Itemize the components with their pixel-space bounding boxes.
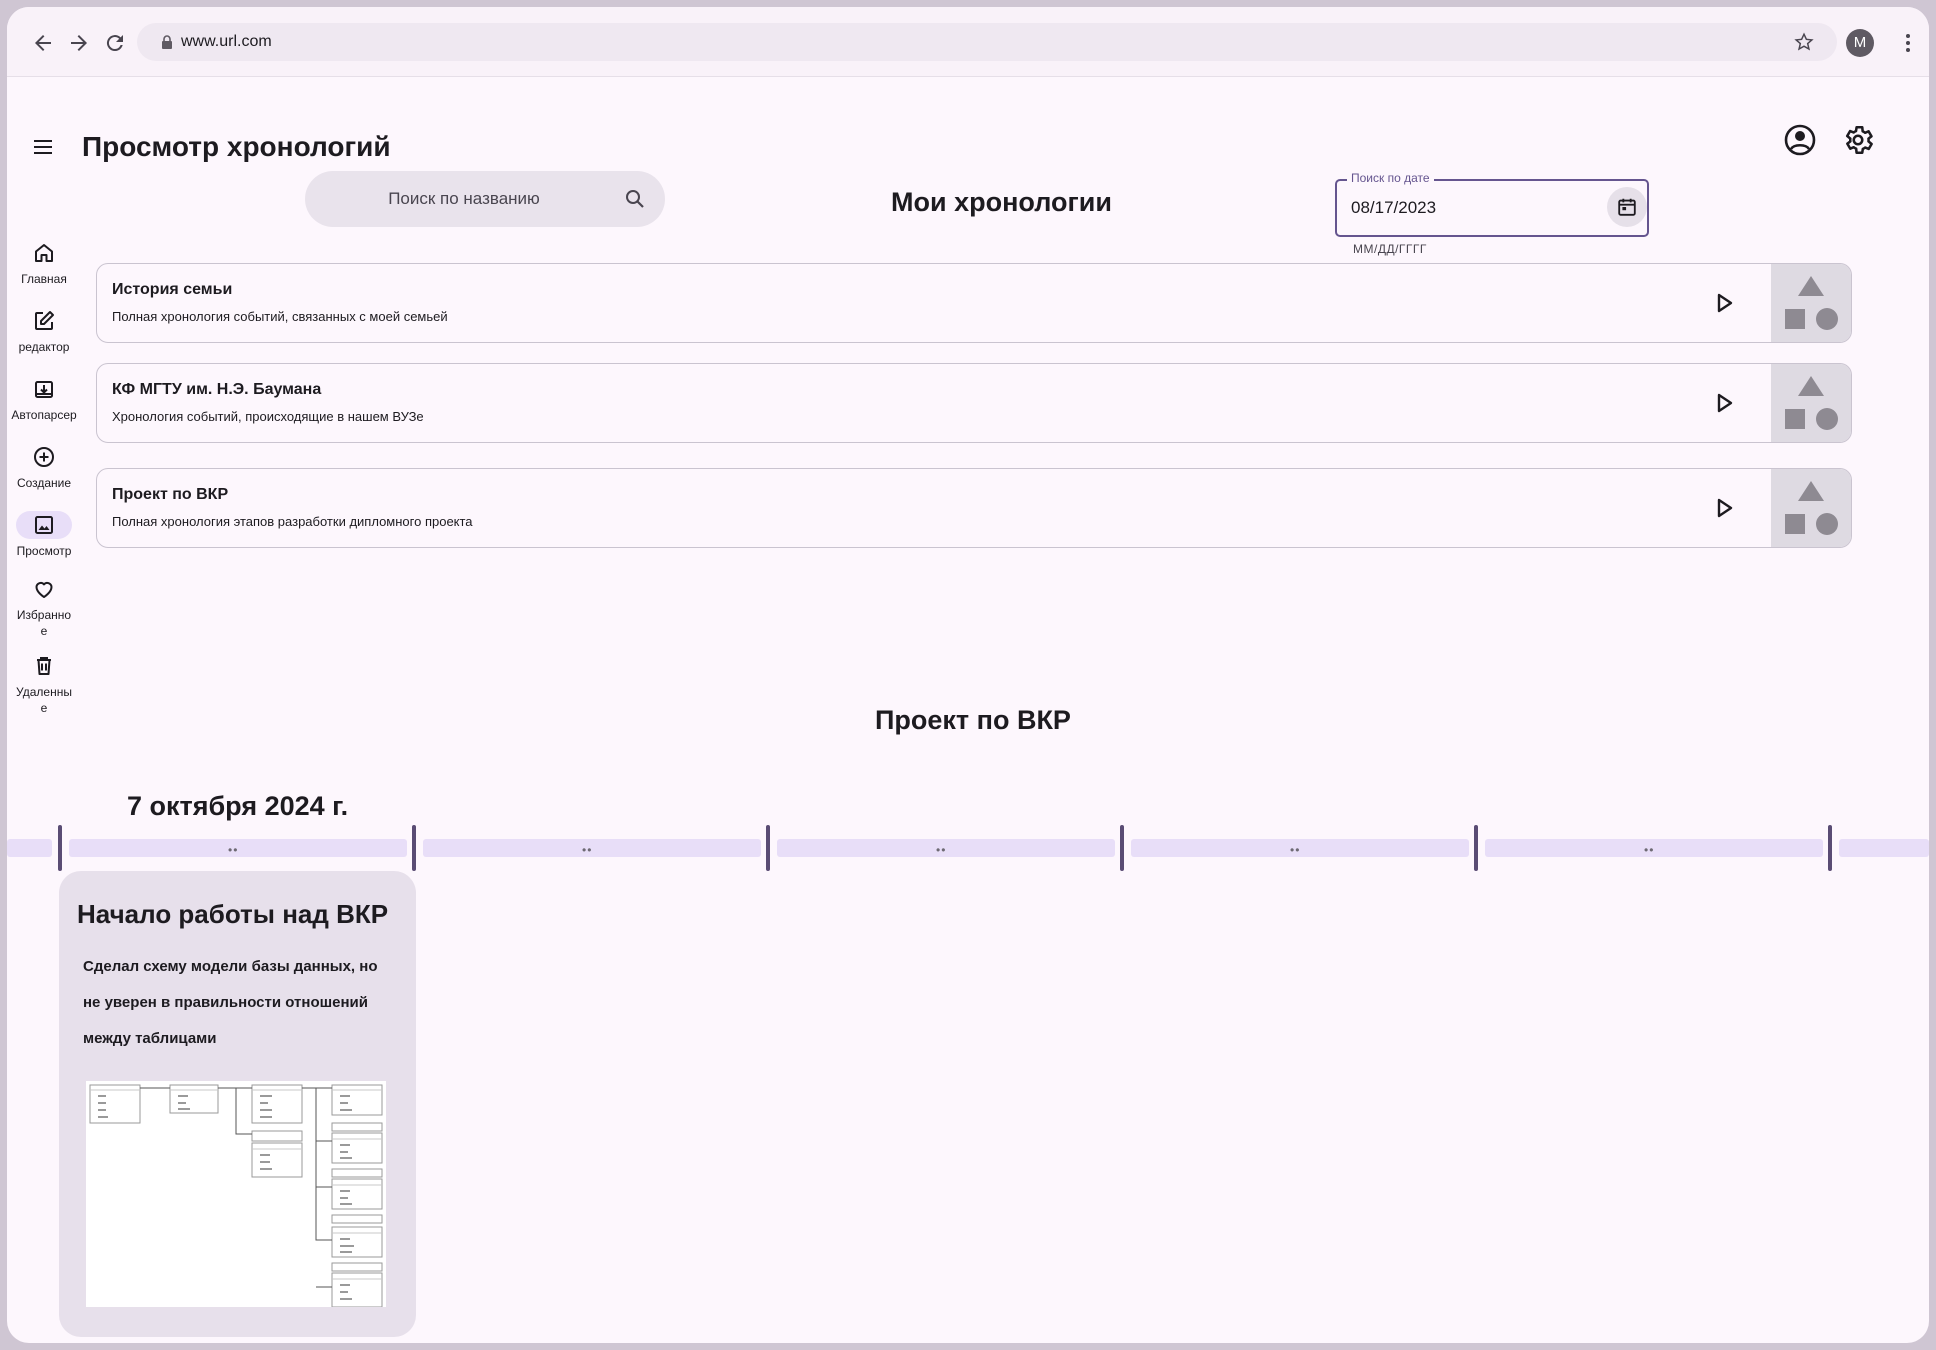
timeline-title: Проект по ВКР [112, 486, 229, 503]
more-vert-icon[interactable] [1896, 31, 1920, 55]
rail-item-home[interactable]: Главная [7, 239, 81, 287]
timeline-card[interactable]: КФ МГТУ им. Н.Э. Баумана Хронология собы… [96, 363, 1852, 443]
thumbnail-placeholder [1771, 364, 1851, 442]
shapes-placeholder-icon [1785, 481, 1838, 535]
selected-timeline-title: Проект по ВКР [875, 705, 1071, 735]
play-icon[interactable] [1709, 288, 1739, 318]
play-icon[interactable] [1709, 493, 1739, 523]
rail-item-autoparser[interactable]: Автопарсер [7, 375, 81, 423]
timeline-title: История семьи [112, 281, 233, 298]
rail-label: редактор [18, 340, 70, 354]
rail-label: Избранное [16, 608, 72, 638]
play-icon[interactable] [1709, 388, 1739, 418]
profile-avatar[interactable]: M [1846, 29, 1874, 57]
timeline-card[interactable]: Проект по ВКР Полная хронология этапов р… [96, 468, 1852, 548]
search-bar[interactable] [305, 171, 665, 227]
event-description: Сделал схему модели базы данных, но не у… [83, 958, 378, 1047]
image-icon [16, 511, 72, 539]
rail-item-editor[interactable]: редактор [7, 307, 81, 355]
thumbnail-placeholder [1771, 264, 1851, 342]
trash-icon [16, 652, 72, 680]
shapes-placeholder-icon [1785, 376, 1838, 430]
calendar-button[interactable] [1607, 187, 1647, 227]
timeline-tick [412, 825, 416, 871]
address-bar[interactable]: www.url.com [137, 23, 1837, 61]
rail-label: Создание [16, 476, 72, 490]
timeline-subtitle: Полная хронология событий, связанных с м… [112, 309, 448, 324]
browser-toolbar: www.url.com M [7, 7, 1929, 77]
menu-icon[interactable] [31, 135, 55, 159]
track-marker: •• [582, 843, 593, 857]
timeline-subtitle: Хронология событий, происходящие в нашем… [112, 409, 424, 424]
date-field-value[interactable]: 08/17/2023 [1351, 198, 1436, 218]
rail-label: Удаленные [16, 685, 72, 715]
timeline-tick [1120, 825, 1124, 871]
timeline-title: КФ МГТУ им. Н.Э. Баумана [112, 381, 322, 398]
schema-diagram-illustration [89, 1084, 383, 1308]
url-text: www.url.com [181, 33, 272, 50]
track-marker: •• [1290, 843, 1301, 857]
rail-item-create[interactable]: Создание [7, 443, 81, 491]
timeline-subtitle: Полная хронология этапов разработки дипл… [112, 514, 473, 529]
settings-gear-icon[interactable] [1841, 123, 1875, 157]
rail-item-favorites[interactable]: Избранное [7, 575, 81, 639]
timeline-track-segment [7, 839, 52, 857]
search-input[interactable] [329, 171, 599, 227]
page-title: Просмотр хронологий [82, 131, 391, 162]
date-search-field[interactable]: Поиск по дате 08/17/2023 [1335, 171, 1649, 237]
date-field-label: Поиск по дате [1347, 171, 1434, 185]
reload-icon[interactable] [103, 31, 127, 55]
track-marker: •• [936, 843, 947, 857]
event-card[interactable]: Начало работы над ВКР Сделал схему модел… [59, 871, 416, 1337]
lock-icon [159, 34, 175, 50]
rail-item-deleted[interactable]: Удаленные [7, 652, 81, 716]
database-schema-image[interactable] [86, 1081, 386, 1308]
timeline-tick [1828, 825, 1832, 871]
rail-label: Просмотр [16, 544, 72, 558]
event-title: Начало работы над ВКР [77, 899, 389, 929]
date-helper-text: ММ/ДД/ГГГГ [1353, 242, 1427, 256]
thumbnail-placeholder [1771, 469, 1851, 547]
rail-item-view[interactable]: Просмотр [7, 511, 81, 559]
home-icon [16, 239, 72, 267]
download-box-icon [16, 375, 72, 403]
timeline-date-label: 7 октября 2024 г. [127, 791, 349, 821]
edit-icon [16, 307, 72, 335]
track-marker: •• [1644, 843, 1655, 857]
section-title: Мои хронологии [891, 187, 1112, 217]
bookmark-star-icon[interactable] [1793, 31, 1815, 53]
timeline-card[interactable]: История семьи Полная хронология событий,… [96, 263, 1852, 343]
calendar-icon [1618, 198, 1636, 216]
shapes-placeholder-icon [1785, 276, 1838, 330]
heart-icon [16, 575, 72, 603]
rail-label: Главная [21, 272, 67, 286]
timeline-tick [1474, 825, 1478, 871]
back-icon[interactable] [31, 31, 55, 55]
track-marker: •• [228, 843, 239, 857]
timeline-tick [766, 825, 770, 871]
add-circle-icon [16, 443, 72, 471]
search-icon[interactable] [623, 187, 647, 211]
rail-label: Автопарсер [11, 408, 77, 422]
forward-icon[interactable] [67, 31, 91, 55]
account-circle-icon[interactable] [1783, 123, 1817, 157]
timeline-tick [58, 825, 62, 871]
timeline-track-segment [1839, 839, 1929, 857]
browser-window: www.url.com M Просмотр хронологий Мои хр… [7, 7, 1929, 1343]
